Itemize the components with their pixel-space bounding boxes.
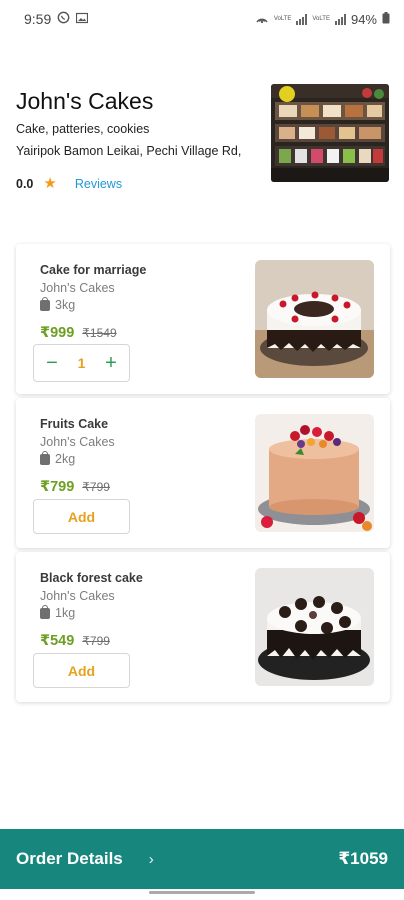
add-button[interactable]: Add	[33, 499, 130, 534]
product-weight: 3kg	[40, 296, 76, 312]
product-price: ₹549	[40, 633, 75, 649]
product-list: Cake for marriage John's Cakes 3kg ₹999 …	[16, 244, 390, 706]
rating-value: 0.0	[16, 176, 34, 191]
product-image	[255, 414, 374, 532]
rating-row: 0.0 ★ Reviews	[16, 176, 122, 191]
product-card: Black forest cake John's Cakes 1kg ₹549 …	[16, 552, 390, 702]
product-weight-value: 3kg	[55, 298, 76, 312]
quantity-stepper: − 1 +	[33, 344, 130, 382]
increment-button[interactable]: +	[103, 353, 119, 373]
star-icon: ★	[43, 175, 57, 192]
chevron-right-icon: ›	[148, 850, 154, 868]
store-photo	[271, 84, 389, 182]
product-name: Cake for marriage	[40, 263, 147, 277]
product-weight-value: 2kg	[55, 452, 76, 466]
product-price: ₹799	[40, 479, 75, 495]
network-label-1: VoLTE	[273, 16, 292, 22]
add-button[interactable]: Add	[33, 653, 130, 688]
store-tags: Cake, patteries, cookies	[16, 122, 150, 136]
price-row: ₹549 ₹799	[40, 633, 110, 649]
product-price: ₹999	[40, 325, 75, 341]
battery-text: 94%	[350, 11, 377, 27]
product-mrp: ₹799	[82, 634, 110, 648]
product-card: Cake for marriage John's Cakes 3kg ₹999 …	[16, 244, 390, 394]
product-image	[255, 260, 374, 378]
product-weight-value: 1kg	[55, 606, 76, 620]
weight-bag-icon	[40, 604, 50, 619]
product-mrp: ₹1549	[82, 326, 117, 340]
gesture-nav-handle[interactable]	[149, 891, 255, 894]
product-image	[255, 568, 374, 686]
whatsapp-icon	[57, 11, 70, 27]
status-bar: 9:59 VoLTE VoLTE 94%	[0, 0, 404, 38]
store-name: John's Cakes	[16, 88, 154, 114]
reviews-link[interactable]: Reviews	[75, 177, 122, 191]
gallery-icon	[76, 11, 89, 27]
price-row: ₹999 ₹1549	[40, 325, 117, 341]
battery-icon	[382, 11, 390, 27]
product-name: Black forest cake	[40, 571, 143, 585]
decrement-button[interactable]: −	[44, 353, 60, 373]
product-seller: John's Cakes	[40, 281, 115, 295]
product-weight: 1kg	[40, 604, 76, 620]
signal-icon	[296, 13, 308, 25]
store-address: Yairipok Bamon Leikai, Pechi Village Rd,	[16, 144, 242, 158]
store-header: John's Cakes Cake, patteries, cookies Ya…	[16, 84, 389, 194]
product-seller: John's Cakes	[40, 435, 115, 449]
status-time: 9:59	[24, 11, 52, 27]
weight-bag-icon	[40, 450, 50, 465]
quantity-value: 1	[77, 355, 86, 371]
network-label-2: VoLTE	[312, 16, 330, 22]
signal-icon-2	[334, 13, 346, 25]
hotspot-icon	[255, 12, 269, 27]
order-details-label: Order Details	[16, 849, 123, 868]
product-weight: 2kg	[40, 450, 76, 466]
product-name: Fruits Cake	[40, 417, 109, 431]
weight-bag-icon	[40, 296, 50, 311]
price-row: ₹799 ₹799	[40, 479, 110, 495]
product-mrp: ₹799	[82, 480, 110, 494]
order-details-bar[interactable]: Order Details › ₹1059	[0, 829, 404, 889]
order-total: ₹1059	[338, 849, 388, 868]
product-card: Fruits Cake John's Cakes 2kg ₹799 ₹799 A…	[16, 398, 390, 548]
product-seller: John's Cakes	[40, 589, 115, 603]
